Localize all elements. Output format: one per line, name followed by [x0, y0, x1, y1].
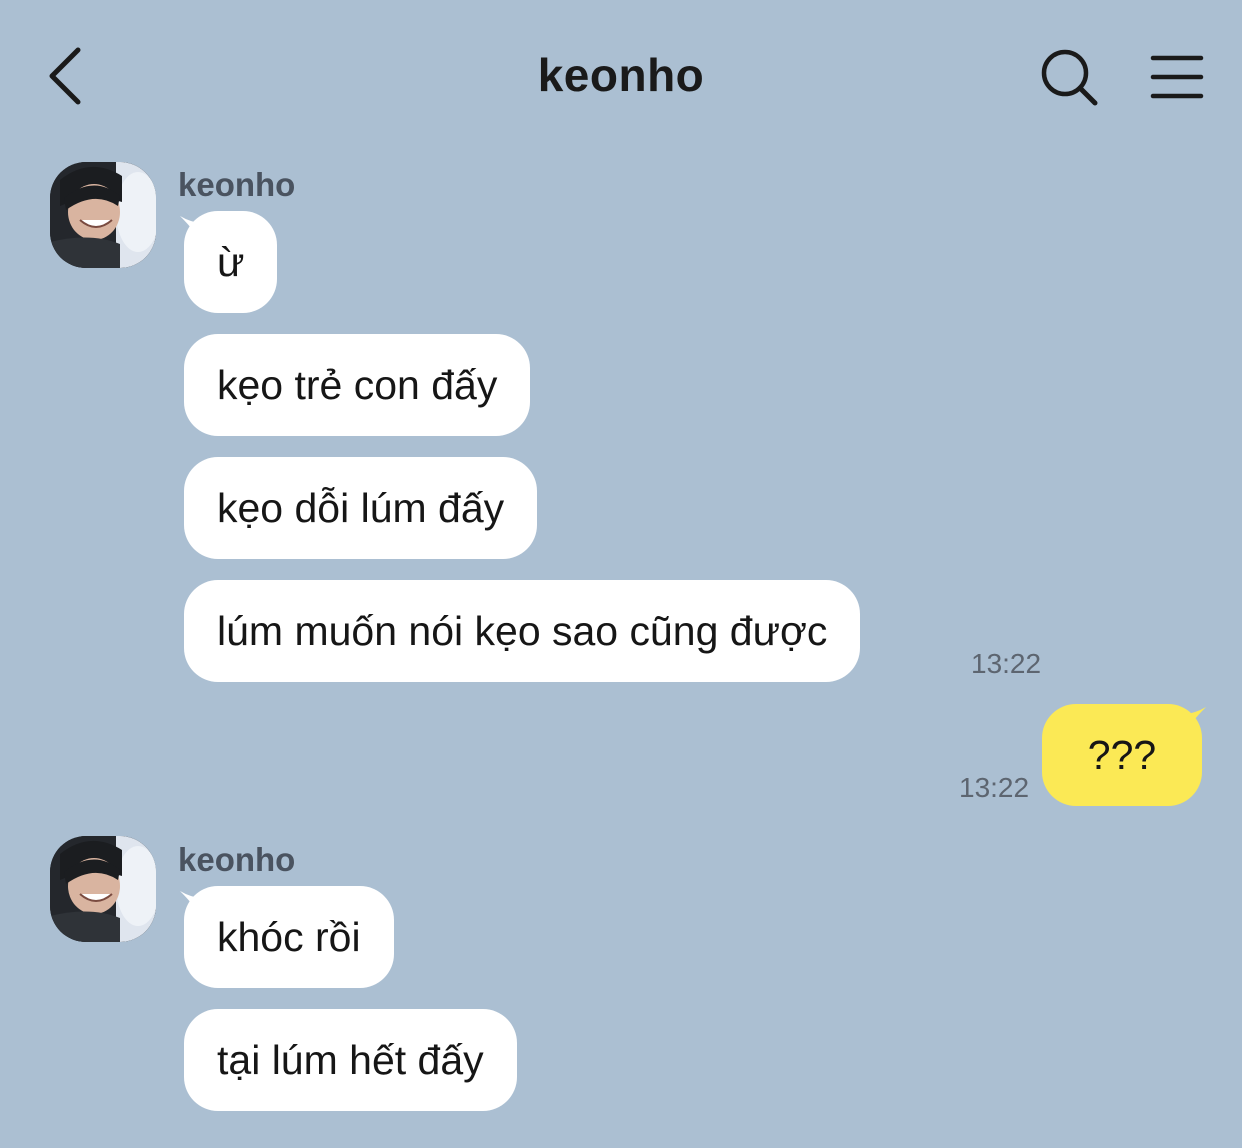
- message-timestamp: 13:22: [971, 648, 1042, 679]
- avatar[interactable]: [50, 162, 156, 268]
- profile-photo: [50, 162, 156, 268]
- message-bubble[interactable]: kẹo dỗi lúm đấy: [184, 457, 538, 559]
- my-message-bubble[interactable]: ???: [1042, 704, 1202, 806]
- sender-name: keonho: [178, 166, 296, 203]
- message-bubble[interactable]: tại lúm hết đấy: [184, 1009, 517, 1111]
- message-bubble[interactable]: khóc rồi: [184, 886, 394, 988]
- menu-button[interactable]: [1148, 52, 1206, 102]
- message-bubble[interactable]: lúm muốn nói kẹo sao cũng được: [184, 580, 861, 682]
- message-bubble[interactable]: ừ: [184, 211, 278, 313]
- sender-name: keonho: [178, 841, 296, 878]
- hamburger-menu-icon: [1150, 55, 1204, 99]
- search-icon: [1041, 49, 1098, 106]
- message-bubble[interactable]: kẹo trẻ con đấy: [184, 334, 531, 436]
- search-button[interactable]: [1038, 46, 1100, 108]
- bubble-tail: [1182, 707, 1206, 737]
- avatar[interactable]: [50, 836, 156, 942]
- message-timestamp: 13:22: [959, 772, 1030, 803]
- profile-photo: [50, 836, 156, 942]
- chat-header: keonho: [0, 0, 1242, 150]
